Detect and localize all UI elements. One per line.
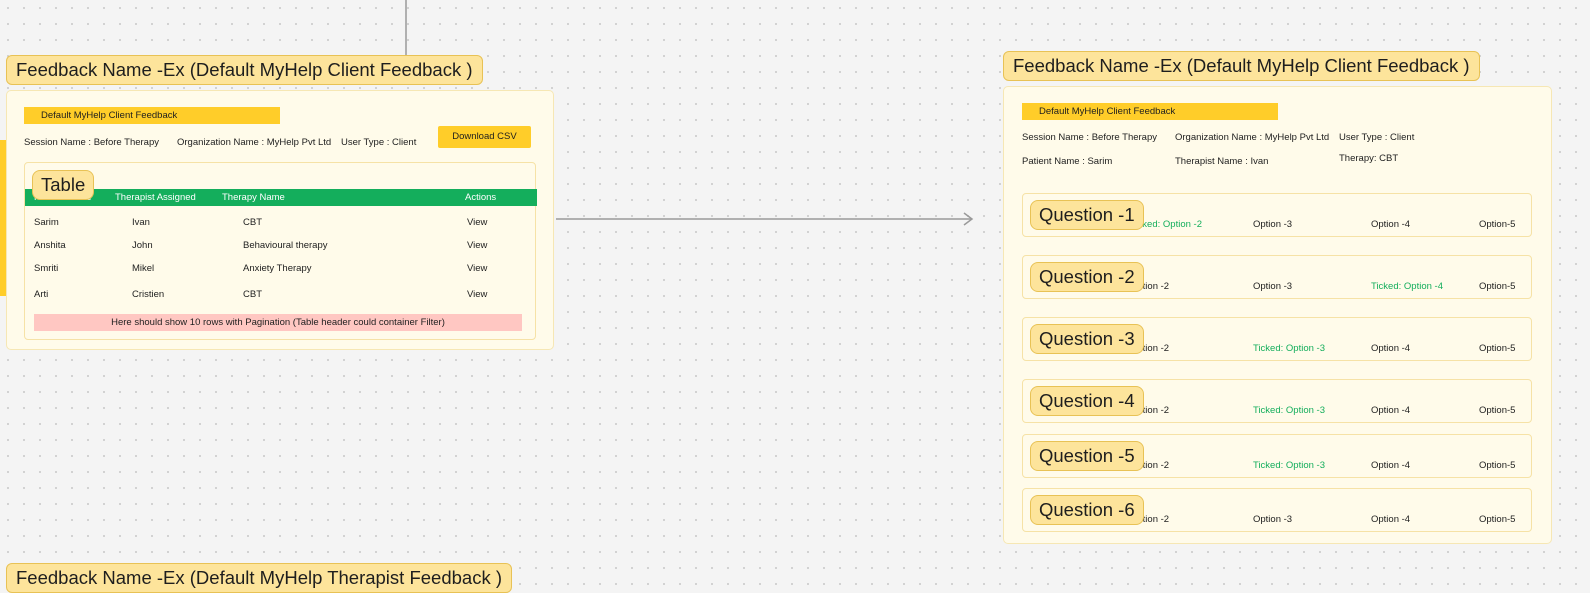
cell-patient-name: Smriti: [34, 263, 59, 274]
answer-option[interactable]: Option-5: [1479, 343, 1515, 354]
view-link[interactable]: View: [467, 240, 487, 251]
view-link[interactable]: View: [467, 263, 487, 274]
user-type-label: User Type : Client: [341, 137, 417, 148]
user-type-label: User Type : Client: [1339, 132, 1415, 143]
question-card: Option -1Option -2Ticked: Option -3Optio…: [1022, 317, 1532, 361]
answer-option[interactable]: Option -3: [1253, 514, 1292, 525]
cell-therapy: CBT: [243, 289, 262, 300]
left-frame-title: Feedback Name -Ex (Default MyHelp Client…: [6, 55, 483, 85]
ticked-option[interactable]: Ticked: Option -3: [1253, 343, 1325, 354]
organization-name-label: Organization Name : MyHelp Pvt Ltd: [177, 137, 332, 148]
cell-patient-name: Arti: [34, 289, 49, 300]
left-feedback-frame: Default MyHelp Client Feedback Session N…: [6, 90, 554, 350]
ticked-option[interactable]: Ticked: Option -4: [1371, 281, 1443, 292]
question-sticker: Question -6: [1030, 495, 1144, 525]
cell-therapy: Anxiety Therapy: [243, 263, 312, 274]
column-header-therapy-name[interactable]: Therapy Name: [222, 189, 285, 206]
right-feedback-frame: Default MyHelp Client Feedback Session N…: [1003, 86, 1552, 544]
answer-option[interactable]: Option-5: [1479, 219, 1515, 230]
answer-option[interactable]: Option-5: [1479, 460, 1515, 471]
view-link[interactable]: View: [467, 289, 487, 300]
therapist-name-label: Therapist Name : Ivan: [1175, 156, 1269, 167]
table-card: Table Patient Name Therapist Assigned Th…: [24, 162, 537, 340]
question-card: Option -1Option -2Ticked: Option -3Optio…: [1022, 379, 1532, 423]
cell-therapist: Cristien: [132, 289, 165, 300]
table-sticker: Table: [32, 170, 95, 200]
answer-option[interactable]: Option -3: [1253, 281, 1292, 292]
answer-option[interactable]: Option -4: [1371, 514, 1410, 525]
cell-therapist: Mikel: [132, 263, 155, 274]
column-header-therapist-assigned[interactable]: Therapist Assigned: [115, 189, 196, 206]
download-csv-button[interactable]: Download CSV: [438, 126, 531, 148]
cell-therapy: CBT: [243, 217, 262, 228]
view-link[interactable]: View: [467, 217, 487, 228]
question-sticker: Question -5: [1030, 441, 1144, 471]
question-sticker: Question -1: [1030, 200, 1144, 230]
organization-name-label: Organization Name : MyHelp Pvt Ltd: [1175, 132, 1330, 143]
ticked-option[interactable]: Ticked: Option -3: [1253, 460, 1325, 471]
cell-therapist: Ivan: [132, 217, 150, 228]
question-sticker: Question -3: [1030, 324, 1144, 354]
pagination-note: Here should show 10 rows with Pagination…: [34, 314, 522, 331]
cell-patient-name: Anshita: [34, 240, 66, 251]
therapy-label: Therapy: CBT: [1339, 153, 1399, 164]
question-card: Option -1Option -2Option -3Ticked: Optio…: [1022, 255, 1532, 299]
feedback-type-strip: Default MyHelp Client Feedback: [24, 107, 280, 124]
column-header-actions: Actions: [465, 192, 497, 203]
question-card: Option -1Option -2Ticked: Option -3Optio…: [1022, 434, 1532, 478]
feedback-type-strip: Default MyHelp Client Feedback: [1022, 103, 1278, 120]
bottom-frame-title: Feedback Name -Ex (Default MyHelp Therap…: [6, 563, 512, 593]
ticked-option[interactable]: Ticked: Option -3: [1253, 405, 1325, 416]
session-name-label: Session Name : Before Therapy: [1022, 132, 1158, 143]
answer-option[interactable]: Option-5: [1479, 514, 1515, 525]
answer-option[interactable]: Option -3: [1253, 219, 1292, 230]
answer-option[interactable]: Option -4: [1371, 219, 1410, 230]
right-frame-title: Feedback Name -Ex (Default MyHelp Client…: [1003, 51, 1480, 81]
answer-option[interactable]: Option -4: [1371, 460, 1410, 471]
answer-option[interactable]: Option-5: [1479, 281, 1515, 292]
question-card: Option -1Ticked: Option -2Option -3Optio…: [1022, 193, 1532, 237]
question-sticker: Question -4: [1030, 386, 1144, 416]
session-name-label: Session Name : Before Therapy: [24, 137, 160, 148]
answer-option[interactable]: Option-5: [1479, 405, 1515, 416]
cell-patient-name: Sarim: [34, 217, 59, 228]
cell-therapist: John: [132, 240, 153, 251]
answer-option[interactable]: Option -4: [1371, 405, 1410, 416]
question-card: Ticked: Option -1Option -2Option -3Optio…: [1022, 488, 1532, 532]
question-sticker: Question -2: [1030, 262, 1144, 292]
answer-option[interactable]: Option -4: [1371, 343, 1410, 354]
table-header-row: Patient Name Therapist Assigned Therapy …: [25, 189, 537, 206]
patient-name-label: Patient Name : Sarim: [1022, 156, 1113, 167]
cell-therapy: Behavioural therapy: [243, 240, 328, 251]
